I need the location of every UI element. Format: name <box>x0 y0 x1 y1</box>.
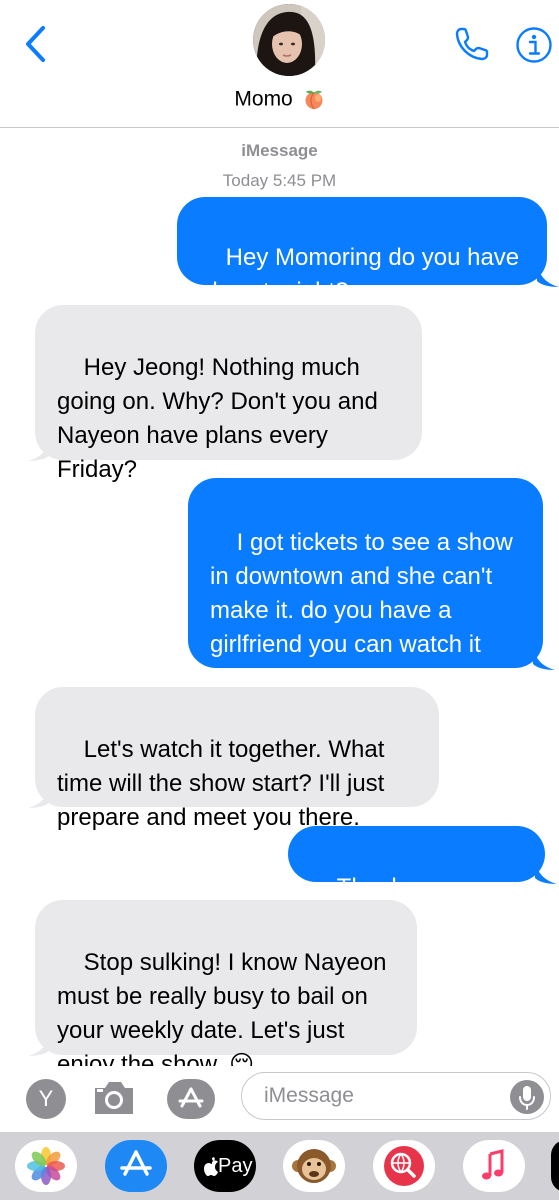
input-bar: Y <box>0 1066 559 1132</box>
photos-app-button[interactable] <box>15 1140 77 1192</box>
call-button[interactable] <box>452 24 492 64</box>
contact-name: Momo <box>234 87 293 111</box>
sent-message-bubble[interactable]: I got tickets to see a show in downtown … <box>188 478 543 692</box>
globe-search-icon <box>384 1146 424 1186</box>
apple-pay-label: Pay <box>218 1155 253 1177</box>
y-button-label: Y <box>38 1086 54 1111</box>
message-input[interactable] <box>241 1072 551 1120</box>
back-button[interactable] <box>20 24 54 64</box>
music-icon <box>482 1149 504 1180</box>
apps-button[interactable] <box>167 1079 215 1119</box>
message-text: Let's watch it together. What time will … <box>57 736 392 831</box>
bubble-tail <box>535 860 557 884</box>
bubble-tail <box>533 646 555 670</box>
sent-message-bubble[interactable]: Hey Momoring do you have plans tonight? <box>177 197 547 305</box>
bubble-tail <box>28 784 50 808</box>
service-label: iMessage <box>241 141 318 160</box>
contact-name-row[interactable]: Momo <box>0 86 559 112</box>
sent-message-bubble[interactable]: Thank you Momo. <box>288 826 545 935</box>
message-text: Hey Jeong! Nothing much going on. Why? D… <box>57 354 385 483</box>
timestamp: Today 5:45 PM <box>222 171 337 190</box>
received-message-bubble[interactable]: Let's watch it together. What time will … <box>35 687 439 831</box>
animoji-app-button[interactable] <box>283 1140 345 1192</box>
camera-icon <box>95 1082 133 1114</box>
next-app-button[interactable] <box>551 1140 559 1192</box>
received-message-bubble[interactable]: Hey Jeong! Nothing much going on. Why? D… <box>35 305 422 483</box>
app-store-icon <box>120 1150 152 1176</box>
apple-pay-app-button[interactable]: Pay <box>194 1140 256 1192</box>
contact-photo <box>253 4 325 76</box>
microphone-button[interactable] <box>510 1080 544 1114</box>
microphone-icon <box>519 1086 535 1110</box>
camera-button[interactable] <box>91 1078 137 1118</box>
app-store-icon <box>178 1087 204 1108</box>
app-drawer: Pay <box>0 1132 559 1200</box>
info-button[interactable] <box>515 26 553 64</box>
peach-emoji-icon <box>305 91 323 110</box>
avatar[interactable] <box>253 4 325 76</box>
message-text: I got tickets to see a show in downtown … <box>210 529 520 692</box>
app-store-app-button[interactable] <box>105 1140 167 1192</box>
chevron-left-icon <box>26 26 45 62</box>
conversation-header: Momo <box>0 0 559 128</box>
message-text: Stop sulking! I know Nayeon must be real… <box>57 949 394 1078</box>
monkey-icon <box>292 1149 336 1183</box>
y-app-button[interactable]: Y <box>26 1079 66 1119</box>
message-text: Hey Momoring do you have plans tonight? <box>199 244 526 305</box>
photos-icon <box>27 1147 65 1185</box>
bubble-tail <box>28 1032 50 1056</box>
phone-icon <box>455 27 489 61</box>
bubble-tail <box>537 263 559 287</box>
music-app-button[interactable] <box>463 1140 525 1192</box>
web-search-app-button[interactable] <box>373 1140 435 1192</box>
received-message-bubble[interactable]: Stop sulking! I know Nayeon must be real… <box>35 900 417 1078</box>
bubble-tail <box>28 437 50 461</box>
info-icon <box>516 27 552 63</box>
